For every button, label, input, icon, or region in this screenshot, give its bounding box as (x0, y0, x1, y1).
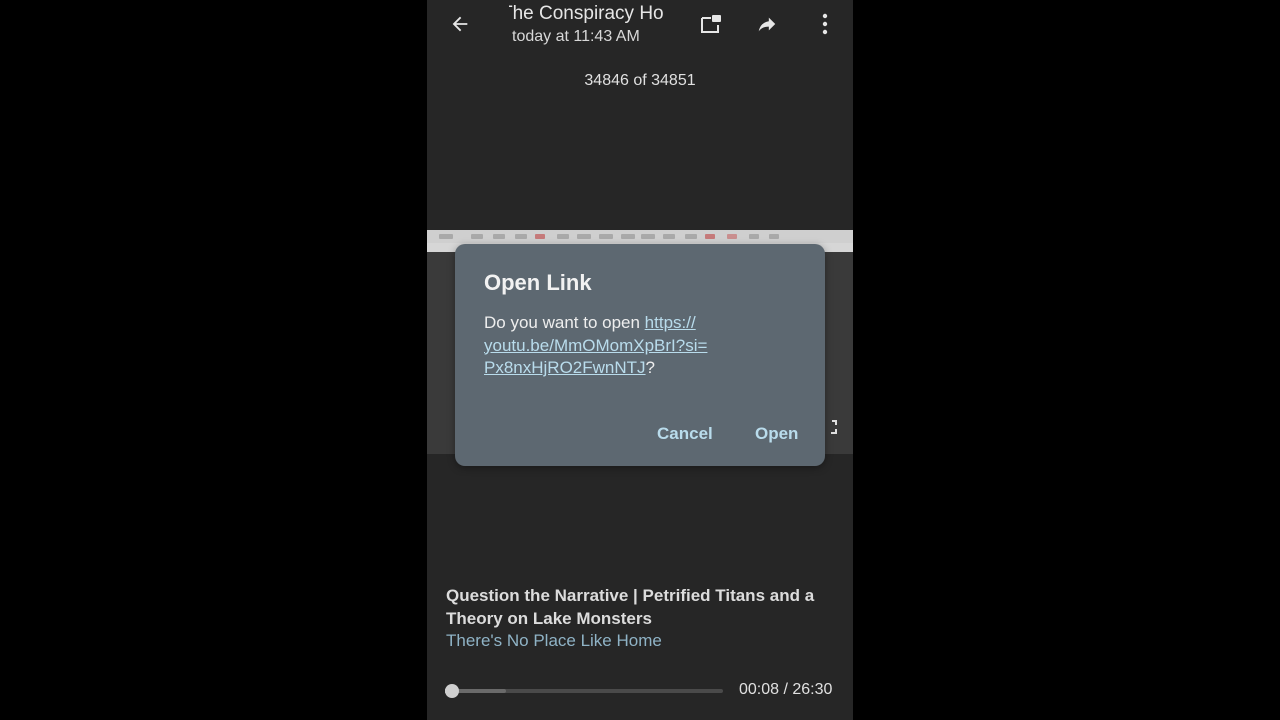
video-info: Question the Narrative | Petrified Titan… (446, 585, 846, 652)
seek-thumb[interactable] (445, 684, 459, 698)
dialog-message: Do you want to open https://youtu.be/MmO… (484, 312, 804, 380)
dialog-title: Open Link (484, 270, 592, 295)
open-link-dialog: Open Link Do you want to open https://yo… (455, 244, 825, 466)
more-vert-icon (822, 13, 828, 35)
dialog-prompt: Do you want to open (484, 313, 645, 332)
share-button[interactable] (747, 4, 787, 44)
back-arrow-icon (452, 16, 468, 32)
top-app-bar: The Conspiracy Ho today at 11:43 AM (427, 0, 853, 50)
phone-screen: The Conspiracy Ho today at 11:43 AM 3484… (427, 0, 853, 720)
picture-in-picture-icon (701, 15, 721, 33)
more-options-button[interactable] (805, 4, 845, 44)
dialog-suffix: ? (645, 358, 656, 377)
video-title: Question the Narrative | Petrified Titan… (446, 586, 815, 628)
seek-bar[interactable] (445, 684, 723, 698)
time-display: 00:08 / 26:30 (739, 681, 833, 698)
cancel-button[interactable]: Cancel (657, 424, 713, 444)
fullscreen-icon[interactable] (825, 420, 839, 434)
picture-in-picture-button[interactable] (691, 4, 731, 44)
share-icon (758, 17, 776, 32)
back-button[interactable] (440, 4, 480, 44)
title-block: The Conspiracy Ho today at 11:43 AM (509, 2, 689, 48)
media-counter: 34846 of 34851 (584, 72, 696, 89)
open-button[interactable]: Open (755, 424, 798, 444)
conversation-title: The Conspiracy Ho (509, 3, 664, 24)
channel-link[interactable]: There's No Place Like Home (446, 630, 846, 652)
timestamp: today at 11:43 AM (512, 28, 640, 45)
